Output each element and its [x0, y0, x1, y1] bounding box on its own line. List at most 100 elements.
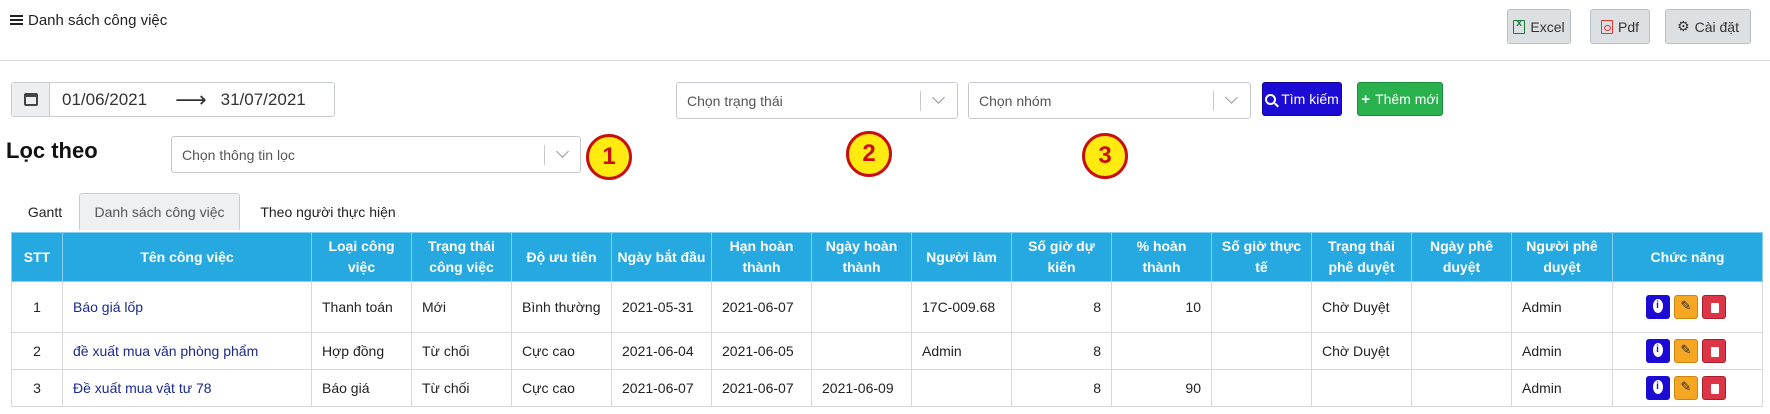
pdf-icon — [1600, 19, 1613, 34]
callout-badge-2: 2 — [846, 131, 892, 177]
cell-estimated-hours: 8 — [1011, 369, 1112, 407]
cell-task-name[interactable]: Đề xuất mua vật tư 78 — [62, 369, 312, 407]
callout-badge-1: 1 — [586, 134, 632, 180]
cell-actual-hours — [1211, 281, 1312, 333]
chevron-down-icon — [556, 145, 569, 158]
info-button[interactable] — [1645, 376, 1670, 400]
settings-button[interactable]: ⚙ Cài đặt — [1665, 9, 1751, 44]
plus-icon: + — [1361, 90, 1371, 108]
cell-due-date: 2021-06-07 — [711, 369, 812, 407]
cell-approval-status: Chờ Duyệt — [1311, 332, 1412, 370]
cell-task-type: Báo giá — [311, 369, 412, 407]
column-header: Độ ưu tiên — [511, 232, 612, 282]
cell-start-date: 2021-06-04 — [611, 332, 712, 370]
cell-approver: Admin — [1511, 281, 1613, 333]
list-icon — [10, 15, 23, 26]
cell-stt: 1 — [11, 281, 63, 333]
edit-button[interactable] — [1673, 376, 1698, 400]
cell-priority: Cực cao — [511, 369, 612, 407]
cell-actual-hours — [1211, 332, 1312, 370]
cell-percent-complete: 10 — [1111, 281, 1212, 333]
cell-estimated-hours: 8 — [1011, 281, 1112, 333]
cell-percent-complete: 90 — [1111, 369, 1212, 407]
cell-assignee — [911, 369, 1012, 407]
select-separator — [1213, 91, 1214, 111]
page-title: Danh sách công việc — [10, 12, 167, 29]
cell-approval-status — [1311, 369, 1412, 407]
edit-button[interactable] — [1673, 295, 1698, 319]
cell-actual-hours — [1211, 369, 1312, 407]
callout-badge-3: 3 — [1082, 133, 1128, 179]
cell-completed-date: 2021-06-09 — [811, 369, 912, 407]
cell-stt: 2 — [11, 332, 63, 370]
search-button-label: Tìm kiếm — [1281, 91, 1339, 107]
cell-actions — [1612, 332, 1763, 370]
cell-due-date: 2021-06-07 — [711, 281, 812, 333]
cell-due-date: 2021-06-05 — [711, 332, 812, 370]
filter-info-select[interactable]: Chọn thông tin lọc — [171, 136, 581, 173]
excel-button[interactable]: Excel — [1507, 9, 1571, 44]
table-row[interactable]: 3 Đề xuất mua vật tư 78 Báo giá Từ chối … — [11, 369, 1763, 407]
cell-approval-date — [1411, 281, 1512, 333]
status-select[interactable]: Chọn trạng thái — [676, 82, 958, 119]
cell-percent-complete — [1111, 332, 1212, 370]
table-row[interactable]: 1 Báo giá lốp Thanh toán Mới Bình thường… — [11, 281, 1763, 333]
cell-assignee: Admin — [911, 332, 1012, 370]
gear-icon: ⚙ — [1677, 18, 1690, 34]
cell-task-name[interactable]: đề xuất mua văn phòng phẩm — [62, 332, 312, 370]
cell-task-type: Thanh toán — [311, 281, 412, 333]
search-icon — [1265, 93, 1277, 105]
table-row[interactable]: 2 đề xuất mua văn phòng phẩm Hợp đồng Từ… — [11, 332, 1763, 370]
tab-task-list[interactable]: Danh sách công việc — [79, 193, 240, 230]
group-select[interactable]: Chọn nhóm — [968, 82, 1251, 119]
edit-button[interactable] — [1673, 339, 1698, 363]
tab-by-assignee[interactable]: Theo người thực hiện — [247, 193, 409, 230]
select-separator — [920, 91, 921, 111]
date-range-picker[interactable]: 01/06/2021 ⟶ 31/07/2021 — [11, 82, 335, 117]
column-header: Trạng thái phê duyệt — [1311, 232, 1412, 282]
search-button[interactable]: Tìm kiếm — [1262, 82, 1342, 116]
date-from-input[interactable]: 01/06/2021 — [62, 90, 147, 110]
cell-actions — [1612, 281, 1763, 333]
delete-button[interactable] — [1701, 339, 1726, 363]
cell-approver: Admin — [1511, 332, 1613, 370]
cell-task-name[interactable]: Báo giá lốp — [62, 281, 312, 333]
info-button[interactable] — [1645, 295, 1670, 319]
status-select-placeholder: Chọn trạng thái — [687, 93, 783, 109]
delete-button[interactable] — [1701, 295, 1726, 319]
pdf-button-label: Pdf — [1617, 18, 1639, 35]
column-header: Chức năng — [1612, 232, 1763, 282]
cell-approval-status: Chờ Duyệt — [1311, 281, 1412, 333]
info-button[interactable] — [1645, 339, 1670, 363]
column-header: Người phê duyệt — [1511, 232, 1613, 282]
date-to-input[interactable]: 31/07/2021 — [221, 90, 306, 110]
select-separator — [544, 145, 545, 165]
cell-actions — [1612, 369, 1763, 407]
add-new-button-label: Thêm mới — [1375, 91, 1439, 107]
column-header: Trạng thái công việc — [411, 232, 512, 282]
column-header: Người làm — [911, 232, 1012, 282]
chevron-down-icon — [1225, 91, 1238, 104]
cell-estimated-hours: 8 — [1011, 332, 1112, 370]
column-header: % hoàn thành — [1111, 232, 1212, 282]
column-header: STT — [11, 232, 63, 282]
column-header: Ngày bắt đầu — [611, 232, 712, 282]
cell-task-status: Mới — [411, 281, 512, 333]
column-header: Tên công việc — [62, 232, 312, 282]
tab-gantt[interactable]: Gantt — [11, 193, 79, 230]
cell-approval-date — [1411, 369, 1512, 407]
cell-completed-date — [811, 281, 912, 333]
top-bar: Danh sách công việc Excel Pdf ⚙ Cài đặt — [0, 0, 1770, 61]
column-header: Ngày hoàn thành — [811, 232, 912, 282]
cell-approval-date — [1411, 332, 1512, 370]
cell-task-status: Từ chối — [411, 332, 512, 370]
add-new-button[interactable]: + Thêm mới — [1357, 82, 1443, 116]
calendar-button[interactable] — [12, 83, 50, 116]
chevron-down-icon — [932, 91, 945, 104]
cell-approver: Admin — [1511, 369, 1613, 407]
cell-priority: Cực cao — [511, 332, 612, 370]
filter-by-label: Lọc theo — [6, 138, 98, 163]
delete-button[interactable] — [1701, 376, 1726, 400]
cell-completed-date — [811, 332, 912, 370]
pdf-button[interactable]: Pdf — [1590, 9, 1650, 44]
